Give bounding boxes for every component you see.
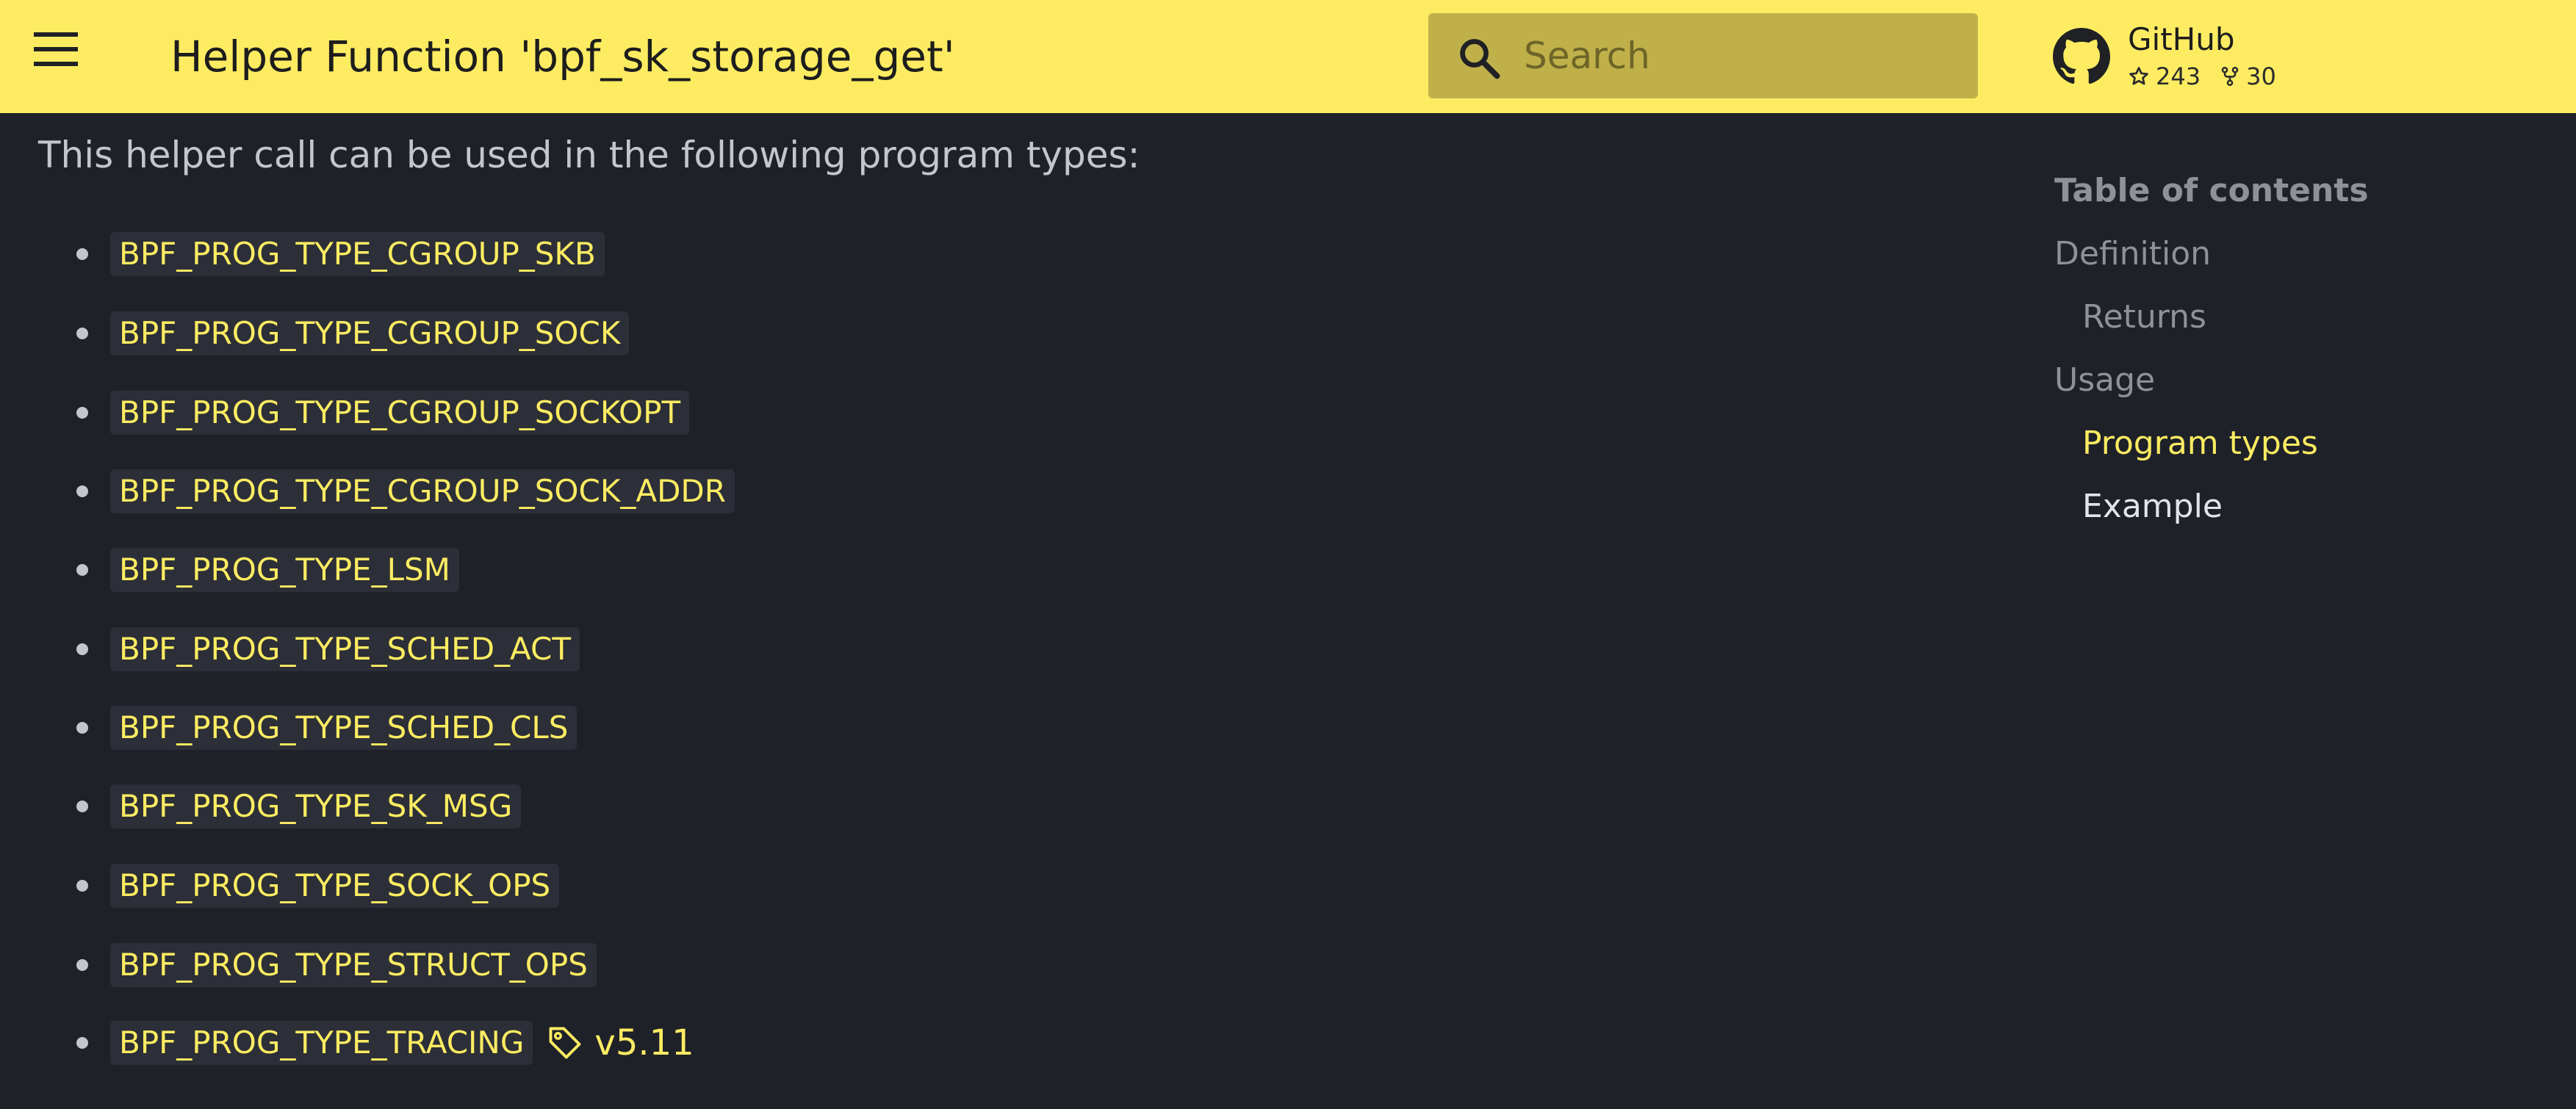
version-label: v5.11 bbox=[594, 1022, 694, 1063]
program-type-code: BPF_PROG_TYPE_TRACING bbox=[110, 1021, 533, 1065]
bullet bbox=[76, 564, 88, 576]
program-type-code: BPF_PROG_TYPE_LSM bbox=[110, 548, 459, 592]
program-type-code: BPF_PROG_TYPE_SCHED_CLS bbox=[110, 706, 578, 750]
repo-forks-count: 30 bbox=[2246, 62, 2276, 90]
page-title: Helper Function 'bpf_sk_storage_get' bbox=[170, 32, 955, 82]
toc-link-returns[interactable]: Returns bbox=[2082, 289, 2206, 345]
repo-stars-count: 243 bbox=[2156, 62, 2201, 90]
bullet bbox=[76, 248, 88, 260]
github-repo-link[interactable]: GitHub 243 30 bbox=[2050, 16, 2329, 98]
bullet bbox=[76, 485, 88, 497]
toc-link-definition[interactable]: Definition bbox=[2054, 226, 2211, 282]
top-app-bar: Helper Function 'bpf_sk_storage_get' Git… bbox=[0, 0, 2576, 113]
program-type-code: BPF_PROG_TYPE_STRUCT_OPS bbox=[110, 943, 597, 987]
list-item: BPF_PROG_TYPE_SCHED_ACT bbox=[76, 625, 580, 673]
list-item: BPF_PROG_TYPE_CGROUP_SKB bbox=[76, 230, 605, 278]
fork-icon bbox=[2221, 66, 2239, 87]
toc-link-usage[interactable]: Usage bbox=[2054, 353, 2155, 408]
toc-title: Table of contents bbox=[2054, 172, 2369, 209]
search-icon bbox=[1460, 39, 1500, 79]
version-tag[interactable]: v5.11 bbox=[546, 1022, 694, 1063]
search-box[interactable] bbox=[1428, 13, 1978, 98]
toc-link-program-types[interactable]: Program types bbox=[2082, 416, 2318, 472]
bullet bbox=[76, 328, 88, 339]
repo-stars: 243 bbox=[2128, 60, 2201, 93]
menu-button[interactable] bbox=[34, 32, 100, 82]
program-type-code: BPF_PROG_TYPE_CGROUP_SKB bbox=[110, 232, 605, 276]
list-item: BPF_PROG_TYPE_TRACING v5.11 bbox=[76, 1019, 694, 1067]
list-item: BPF_PROG_TYPE_CGROUP_SOCKOPT bbox=[76, 389, 690, 437]
star-icon bbox=[2129, 67, 2148, 85]
bullet bbox=[76, 407, 88, 419]
tag-icon bbox=[549, 1027, 581, 1059]
menu-icon bbox=[34, 32, 78, 66]
intro-text: This helper call can be used in the foll… bbox=[38, 134, 1140, 176]
program-type-code: BPF_PROG_TYPE_CGROUP_SOCK bbox=[110, 311, 630, 355]
list-item: BPF_PROG_TYPE_SOCK_OPS bbox=[76, 861, 560, 910]
list-item: BPF_PROG_TYPE_SK_MSG bbox=[76, 782, 522, 831]
bullet bbox=[76, 801, 88, 812]
toc-link-example[interactable]: Example bbox=[2082, 479, 2223, 535]
program-type-code: BPF_PROG_TYPE_SCHED_ACT bbox=[110, 627, 580, 671]
list-item: BPF_PROG_TYPE_STRUCT_OPS bbox=[76, 941, 597, 989]
bullet bbox=[76, 880, 88, 892]
bullet bbox=[76, 959, 88, 971]
bullet bbox=[76, 643, 88, 655]
repo-facts: 243 30 bbox=[2128, 60, 2295, 93]
program-type-code: BPF_PROG_TYPE_SK_MSG bbox=[110, 784, 522, 828]
bullet bbox=[76, 722, 88, 734]
repo-name: GitHub bbox=[2128, 21, 2235, 57]
list-item: BPF_PROG_TYPE_CGROUP_SOCK bbox=[76, 309, 630, 358]
github-icon bbox=[2053, 28, 2110, 84]
program-type-code: BPF_PROG_TYPE_CGROUP_SOCKOPT bbox=[110, 391, 690, 435]
program-type-code: BPF_PROG_TYPE_SOCK_OPS bbox=[110, 864, 560, 908]
list-item: BPF_PROG_TYPE_LSM bbox=[76, 546, 459, 594]
list-item: BPF_PROG_TYPE_SCHED_CLS bbox=[76, 704, 578, 752]
repo-forks: 30 bbox=[2220, 60, 2276, 93]
search-input[interactable] bbox=[1524, 13, 1957, 98]
list-item: BPF_PROG_TYPE_CGROUP_SOCK_ADDR bbox=[76, 467, 735, 516]
bullet bbox=[76, 1037, 88, 1049]
program-type-code: BPF_PROG_TYPE_CGROUP_SOCK_ADDR bbox=[110, 469, 735, 513]
